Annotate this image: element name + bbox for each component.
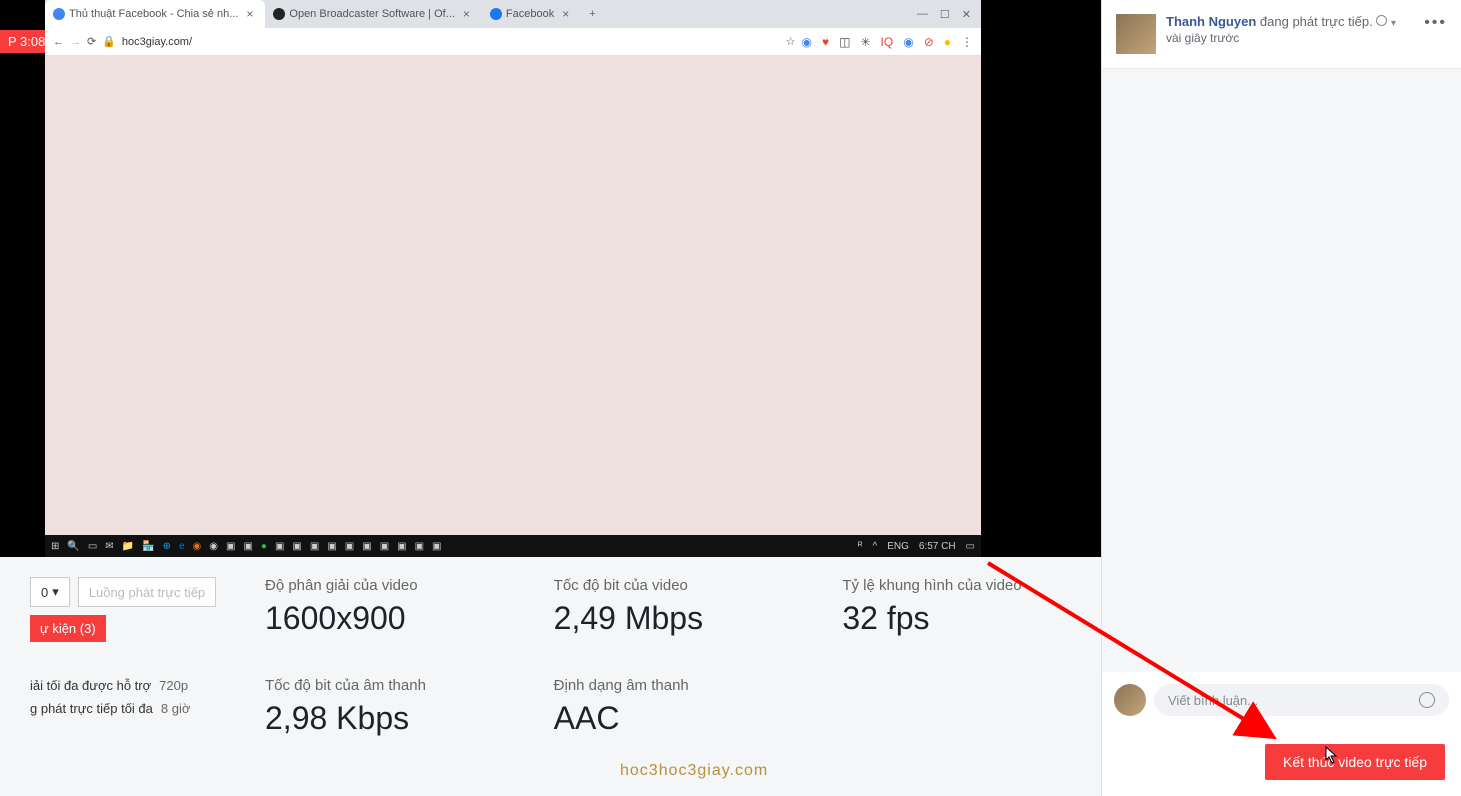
stream-button[interactable]: Luồng phát trực tiếp xyxy=(78,577,216,607)
app-icon[interactable]: ▣ xyxy=(310,541,319,552)
browser-address-bar: ← → ⟳ 🔒 hoc3giay.com/ ☆ ◉ ♥ ◫ ✳ IQ ◉ ⊘ ●… xyxy=(45,28,981,56)
emoji-icon[interactable] xyxy=(1419,692,1435,708)
stream-stats-panel: 0 ▾ Luồng phát trực tiếp ự kiện (3) iải … xyxy=(0,557,1101,796)
app-icon[interactable]: ▣ xyxy=(327,541,336,552)
comment-input-row: Viết bình luận... xyxy=(1102,672,1461,728)
ext-icon[interactable]: ● xyxy=(944,35,951,49)
tab-favicon-icon xyxy=(490,8,502,20)
facebook-sidebar: Thanh Nguyen đang phát trực tiếp. ▾ vài … xyxy=(1101,0,1461,796)
maximize-button[interactable]: ☐ xyxy=(940,8,950,21)
ext-icon[interactable]: ◫ xyxy=(839,35,850,49)
app-icon[interactable]: ⊕ xyxy=(163,541,171,552)
browser-tab-3[interactable]: Facebook × xyxy=(482,0,581,28)
app-icon[interactable]: e xyxy=(179,541,185,552)
end-button-row: Kết thúc video trực tiếp xyxy=(1102,728,1461,796)
ext-icon[interactable]: ◉ xyxy=(903,35,913,49)
post-header: Thanh Nguyen đang phát trực tiếp. ▾ vài … xyxy=(1102,0,1461,69)
avatar-small[interactable] xyxy=(1114,684,1146,716)
extension-icons: ◉ ♥ ◫ ✳ IQ ◉ ⊘ ● ⋮ xyxy=(802,35,973,49)
app-icon[interactable]: 📁 xyxy=(122,541,134,552)
chevron-down-icon: ▾ xyxy=(52,584,59,600)
app-icon[interactable]: ◉ xyxy=(193,541,202,552)
stats-grid: Độ phân giải của video 1600x900 Tốc độ b… xyxy=(265,577,1071,737)
status-text: đang phát trực tiếp. xyxy=(1260,14,1373,29)
ext-icon[interactable]: IQ xyxy=(881,35,894,49)
browser-tab-2[interactable]: Open Broadcaster Software | Of... × xyxy=(265,0,482,28)
app-icon[interactable]: ▣ xyxy=(362,541,371,552)
max-duration-info: g phát trực tiếp tối đa 8 giờ xyxy=(30,701,225,716)
browser-page-content xyxy=(45,56,981,557)
tab-title: Open Broadcaster Software | Of... xyxy=(289,8,455,20)
stat-video-bitrate: Tốc độ bit của video 2,49 Mbps xyxy=(554,577,783,637)
tab-favicon-icon xyxy=(53,8,65,20)
start-icon[interactable]: ⊞ xyxy=(51,541,59,552)
ext-icon[interactable]: ♥ xyxy=(822,35,829,49)
video-preview-region: P 3:08 Thủ thuật Facebook - Chia sẻ nh..… xyxy=(0,0,1101,557)
menu-icon[interactable]: ⋮ xyxy=(961,35,973,49)
browser-tab-bar: Thủ thuật Facebook - Chia sẻ nh... × Ope… xyxy=(45,0,981,28)
minimize-button[interactable]: — xyxy=(917,8,928,21)
comment-input[interactable]: Viết bình luận... xyxy=(1154,684,1449,716)
app-icon[interactable]: ▣ xyxy=(292,541,301,552)
clock[interactable]: 6:57 CH xyxy=(919,541,956,552)
forward-icon[interactable]: → xyxy=(70,36,81,48)
new-tab-button[interactable]: + xyxy=(581,8,603,20)
app-icon[interactable]: ▣ xyxy=(275,541,284,552)
language-indicator[interactable]: ENG xyxy=(887,541,909,552)
stat-resolution: Độ phân giải của video 1600x900 xyxy=(265,577,494,637)
tab-title: Facebook xyxy=(506,8,554,20)
app-icon[interactable]: ◉ xyxy=(209,541,218,552)
count-dropdown[interactable]: 0 ▾ xyxy=(30,577,70,607)
browser-tab-1[interactable]: Thủ thuật Facebook - Chia sẻ nh... × xyxy=(45,0,265,28)
privacy-globe-icon[interactable] xyxy=(1376,15,1387,26)
ext-icon[interactable]: ◉ xyxy=(802,35,812,49)
app-icon[interactable]: ▣ xyxy=(226,541,235,552)
author-link[interactable]: Thanh Nguyen xyxy=(1166,14,1256,29)
tab-close-icon[interactable]: × xyxy=(558,7,573,21)
window-controls: — ☐ ✕ xyxy=(907,8,981,21)
reload-icon[interactable]: ⟳ xyxy=(87,35,96,48)
close-button[interactable]: ✕ xyxy=(962,8,971,21)
max-resolution-info: iải tối đa được hỗ trợ 720p xyxy=(30,678,225,693)
app-icon[interactable]: ▣ xyxy=(397,541,406,552)
app-icon[interactable]: ▣ xyxy=(345,541,354,552)
task-view-icon[interactable]: ▭ xyxy=(88,541,97,552)
event-button[interactable]: ự kiện (3) xyxy=(30,615,106,642)
stat-fps: Tỷ lệ khung hình của video 32 fps xyxy=(842,577,1071,637)
tray-icon[interactable]: ^ xyxy=(872,541,877,552)
app-icon[interactable]: ▣ xyxy=(380,541,389,552)
stream-controls: 0 ▾ Luồng phát trực tiếp ự kiện (3) iải … xyxy=(30,577,225,716)
tray-icon[interactable]: ᴿ xyxy=(858,541,863,552)
windows-taskbar: ⊞ 🔍 ▭ ✉ 📁 🏪 ⊕ e ◉ ◉ ▣ ▣ ● ▣ ▣ ▣ ▣ ▣ ▣ ▣ xyxy=(45,535,981,557)
ext-icon[interactable]: ✳ xyxy=(860,35,870,49)
end-live-button[interactable]: Kết thúc video trực tiếp xyxy=(1265,744,1445,780)
avatar[interactable] xyxy=(1116,14,1156,54)
app-icon[interactable]: ● xyxy=(261,541,267,552)
tab-title: Thủ thuật Facebook - Chia sẻ nh... xyxy=(69,8,238,20)
privacy-chevron-icon[interactable]: ▾ xyxy=(1391,18,1396,29)
search-icon[interactable]: 🔍 xyxy=(67,541,79,552)
notifications-icon[interactable]: ▭ xyxy=(966,541,975,552)
timestamp: vài giây trước xyxy=(1166,31,1414,45)
stat-audio-bitrate: Tốc độ bit của âm thanh 2,98 Kbps xyxy=(265,677,494,737)
stat-audio-format: Định dạng âm thanh AAC xyxy=(554,677,783,737)
app-icon[interactable]: ▣ xyxy=(243,541,252,552)
tab-favicon-icon xyxy=(273,8,285,20)
tab-close-icon[interactable]: × xyxy=(459,7,474,21)
comments-area xyxy=(1102,69,1461,672)
cursor-icon xyxy=(1323,746,1339,766)
more-button[interactable]: ••• xyxy=(1424,14,1447,32)
url-field[interactable]: hoc3giay.com/ xyxy=(122,36,780,48)
back-icon[interactable]: ← xyxy=(53,36,64,48)
app-icon[interactable]: 🏪 xyxy=(142,541,154,552)
tab-close-icon[interactable]: × xyxy=(242,7,257,21)
star-icon[interactable]: ☆ xyxy=(786,35,796,48)
lock-icon: 🔒 xyxy=(102,35,116,48)
captured-browser-window: Thủ thuật Facebook - Chia sẻ nh... × Ope… xyxy=(45,0,981,557)
ext-icon[interactable]: ⊘ xyxy=(924,35,934,49)
watermark: hoc3hoc3giay.com xyxy=(620,762,768,780)
app-icon[interactable]: ▣ xyxy=(432,541,441,552)
app-icon[interactable]: ✉ xyxy=(105,541,113,552)
app-icon[interactable]: ▣ xyxy=(415,541,424,552)
